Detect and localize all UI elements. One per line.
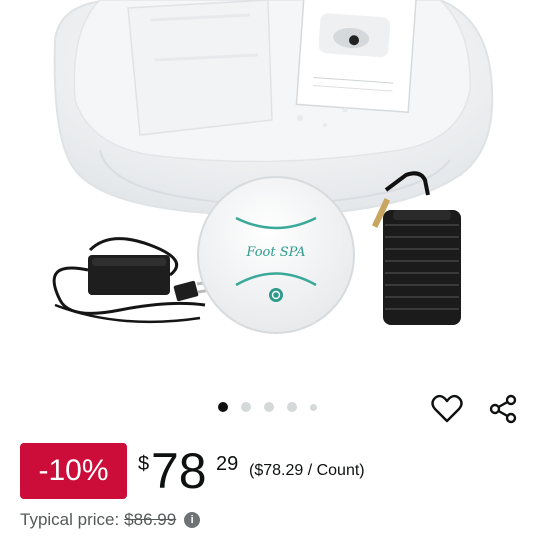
typical-price-label: Typical price: xyxy=(20,510,120,529)
carousel-dot-3[interactable] xyxy=(264,402,274,412)
discount-badge-text: -10% xyxy=(38,454,109,487)
price-fraction: 29 xyxy=(216,453,239,475)
discount-badge: -10% xyxy=(20,443,127,499)
share-icon xyxy=(489,394,517,424)
typical-price-value: $86.99 xyxy=(124,510,177,529)
price-whole: 78 xyxy=(151,443,207,499)
image-carousel-dots xyxy=(218,402,317,412)
foot-spa-product-photo: Foot SPA xyxy=(52,0,494,334)
wishlist-button[interactable] xyxy=(430,392,464,426)
info-icon[interactable]: i xyxy=(184,512,201,528)
carousel-dot-5[interactable] xyxy=(310,403,317,411)
typical-price-row: Typical price: $86.99 i xyxy=(20,510,201,530)
currency-symbol: $ xyxy=(138,453,150,475)
carousel-dot-1[interactable] xyxy=(218,402,228,412)
unit-price: ($78.29 / Count) xyxy=(249,462,365,479)
foot-spa-label: Foot SPA xyxy=(245,245,305,260)
heart-outline-icon xyxy=(431,394,463,423)
share-button[interactable] xyxy=(486,392,520,426)
carousel-dot-2[interactable] xyxy=(241,402,251,412)
product-image[interactable]: Foot SPA xyxy=(0,0,540,390)
carousel-dot-4[interactable] xyxy=(287,402,297,412)
